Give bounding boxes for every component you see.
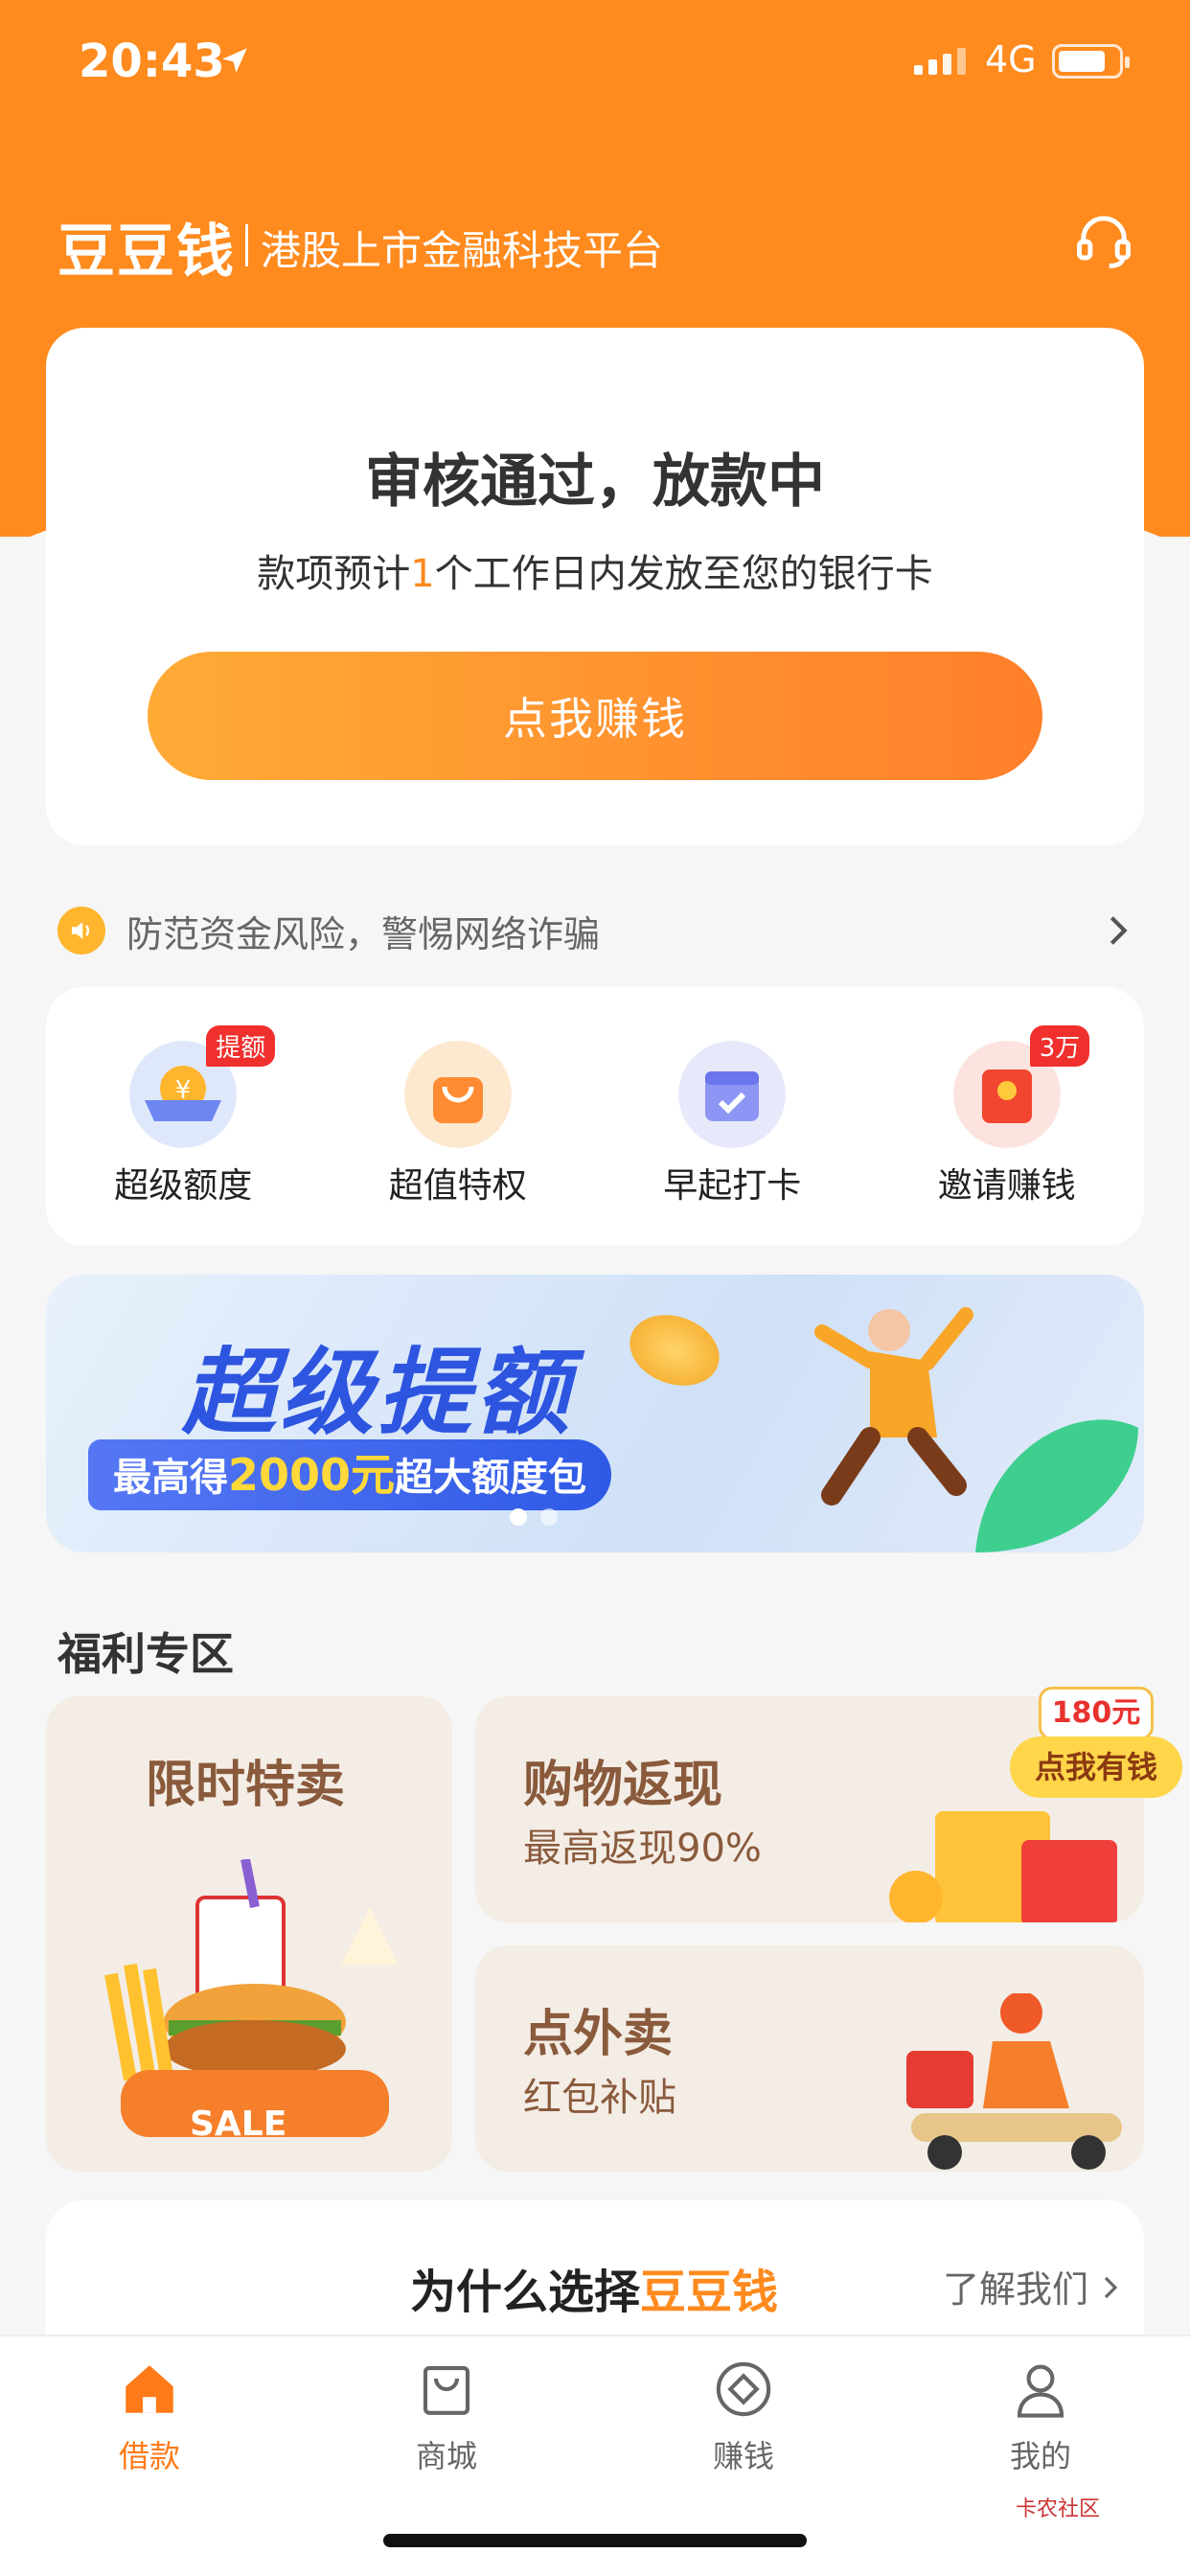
tab-mall[interactable]: 商城: [351, 2358, 542, 2476]
tab-label: 商城: [415, 2438, 477, 2474]
banner-sub-amount: 2000元: [228, 1449, 396, 1501]
fraud-notice-bar[interactable]: 防范资金风险，警惕网络诈骗: [57, 901, 1133, 960]
banner-sub-after: 超大额度包: [395, 1456, 587, 1500]
promo-banner[interactable]: 超级提额 最高得2000元超大额度包: [46, 1275, 1144, 1552]
network-type: 4G: [985, 38, 1037, 80]
why-choose-title: 为什么选择豆豆钱: [410, 2254, 778, 2321]
desc-after: 个工作日内发放至您的银行卡: [434, 552, 933, 596]
tab-loan[interactable]: 借款: [54, 2358, 245, 2476]
desc-before: 款项预计: [257, 552, 411, 596]
banner-subtitle: 最高得2000元超大额度包: [88, 1439, 612, 1510]
home-icon: [126, 2365, 173, 2413]
user-icon: [1017, 2364, 1064, 2418]
chevron-right-icon: [1105, 2276, 1118, 2299]
entry-privilege[interactable]: 超值特权: [321, 987, 596, 1246]
tile-title: 购物返现: [523, 1757, 723, 1814]
entry-label: 邀请赚钱: [937, 1166, 1076, 1206]
food-delivery-tile[interactable]: 点外卖 红包补贴: [475, 1945, 1144, 2172]
bag-icon: [423, 2365, 470, 2415]
earn-money-button[interactable]: 点我赚钱: [148, 652, 1042, 780]
quick-entries: ¥ 提额 超级额度 超值特权 早起打卡 3万 邀请赚钱: [46, 987, 1144, 1246]
tab-label: 赚钱: [712, 2438, 774, 2474]
tile-title: 限时特卖: [146, 1757, 346, 1814]
delivery-scooter-illustration: [906, 1993, 1122, 2170]
tab-earn[interactable]: 赚钱: [648, 2358, 839, 2476]
coin-illustration: [619, 1302, 730, 1398]
notice-text: 防范资金风险，警惕网络诈骗: [126, 912, 601, 955]
watermark-text: 卡农社区: [1016, 2497, 1101, 2521]
entry-badge: 3万: [1029, 1025, 1090, 1067]
tab-label: 我的: [1009, 2438, 1071, 2474]
status-bar: 20:43 4G: [0, 34, 1190, 102]
banner-headline: 超级提额: [182, 1339, 574, 1448]
location-arrow-icon: [222, 48, 247, 73]
cashback-tag[interactable]: 180元 点我有钱: [1010, 1687, 1182, 1806]
welfare-section-title: 福利专区: [57, 1628, 234, 1680]
home-indicator: [383, 2534, 807, 2547]
loan-status-card: 审核通过，放款中 款项预计1个工作日内发放至您的银行卡 点我赚钱: [46, 328, 1144, 845]
customer-service-icon[interactable]: [1071, 209, 1136, 274]
why-before: 为什么选择: [410, 2266, 641, 2319]
chevron-right-icon: [1110, 916, 1128, 945]
loan-status-desc: 款项预计1个工作日内发放至您的银行卡: [46, 542, 1144, 598]
about-us-label: 了解我们: [943, 2268, 1089, 2311]
shopping-bag-icon: [403, 1041, 512, 1148]
fast-food-illustration: [104, 1859, 399, 2137]
tab-label: 借款: [118, 2438, 180, 2474]
about-us-link[interactable]: 了解我们: [943, 2260, 1121, 2312]
tile-subtitle: 红包补贴: [523, 2076, 676, 2120]
carousel-dots: [510, 1508, 558, 1526]
tab-mine[interactable]: 我的: [945, 2358, 1136, 2476]
entry-label: 超级额度: [114, 1166, 253, 1206]
calendar-check-icon: [678, 1041, 787, 1148]
tile-subtitle: 最高返现90%: [523, 1827, 762, 1871]
tile-title: 点外卖: [523, 2006, 674, 2063]
entry-checkin[interactable]: 早起打卡: [595, 987, 870, 1246]
flash-sale-tile[interactable]: 限时特卖 SALE: [46, 1696, 452, 2172]
brand-slogan: 港股上市金融科技平台: [244, 218, 663, 277]
tag-amount: 180元: [1039, 1687, 1154, 1740]
battery-icon: [1052, 44, 1130, 79]
speaker-icon: [57, 907, 105, 954]
sale-tag: SALE: [190, 2104, 287, 2144]
banner-sub-before: 最高得: [113, 1456, 228, 1500]
leaf-illustration: [975, 1419, 1138, 1552]
loan-status-title: 审核通过，放款中: [365, 448, 825, 516]
tag-cta: 点我有钱: [1010, 1736, 1182, 1798]
why-brand: 豆豆钱: [640, 2266, 779, 2319]
signal-icon: [914, 46, 966, 75]
brand-logo: 豆豆钱: [57, 218, 236, 286]
entry-invite[interactable]: 3万 邀请赚钱: [870, 987, 1145, 1246]
entry-label: 早起打卡: [663, 1166, 802, 1206]
desc-days: 1: [410, 552, 435, 596]
entry-label: 超值特权: [388, 1166, 527, 1206]
status-time: 20:43: [79, 34, 225, 88]
entry-super-quota[interactable]: ¥ 提额 超级额度: [46, 987, 321, 1246]
entry-badge: 提额: [206, 1025, 276, 1067]
diamond-coin-icon: [716, 2361, 771, 2417]
